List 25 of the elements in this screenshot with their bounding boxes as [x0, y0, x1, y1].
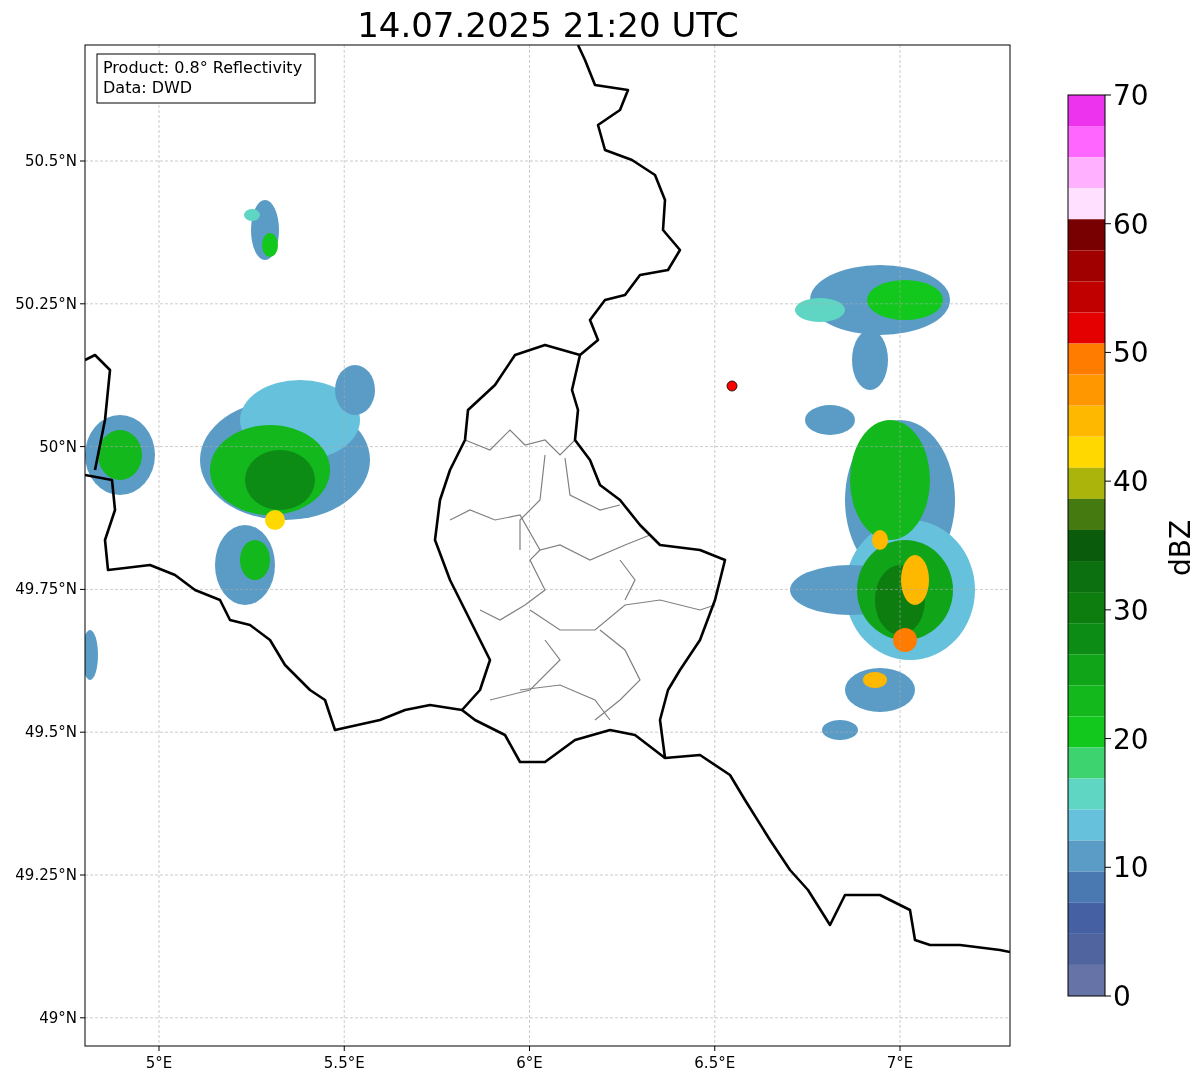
latitude-label: 49.75°N	[15, 580, 77, 599]
longitude-label: 6°E	[516, 1054, 543, 1072]
colorbar-tick-label: 70	[1113, 79, 1149, 112]
colorbar-tick-label: 0	[1113, 980, 1131, 1013]
location-marker	[726, 380, 738, 392]
colorbar-tick-label: 40	[1113, 465, 1149, 499]
info-text: Product: 0.8° Reflectivity	[103, 58, 303, 77]
latitude-label: 50.25°N	[15, 294, 77, 313]
colorbar-tick-label: 60	[1113, 207, 1149, 241]
colorbar-tick-label: 10	[1113, 851, 1149, 885]
info-text: Data: DWD	[103, 78, 193, 97]
longitude-label: 5°E	[145, 1054, 173, 1072]
longitude-label: 6.5°E	[694, 1054, 736, 1072]
latitude-label: 49°N	[39, 1008, 77, 1027]
colorbar-tick-label: 30	[1113, 593, 1149, 627]
latitude-label: 49.5°N	[24, 723, 77, 742]
chart-title: 14.07.2025 21:20 UTC	[357, 5, 739, 45]
longitude-label: 5.5°E	[323, 1054, 365, 1072]
latitude-label: 50.5°N	[24, 152, 77, 170]
longitude-label: 7°E	[886, 1054, 914, 1072]
colorbar-tick-label: 20	[1113, 722, 1149, 756]
latitude-label: 50°N	[39, 437, 77, 456]
colorbar-tick-label: 50	[1113, 336, 1149, 370]
latitude-label: 49.25°N	[15, 866, 77, 884]
colorbar-label: dBZ	[1164, 519, 1197, 577]
